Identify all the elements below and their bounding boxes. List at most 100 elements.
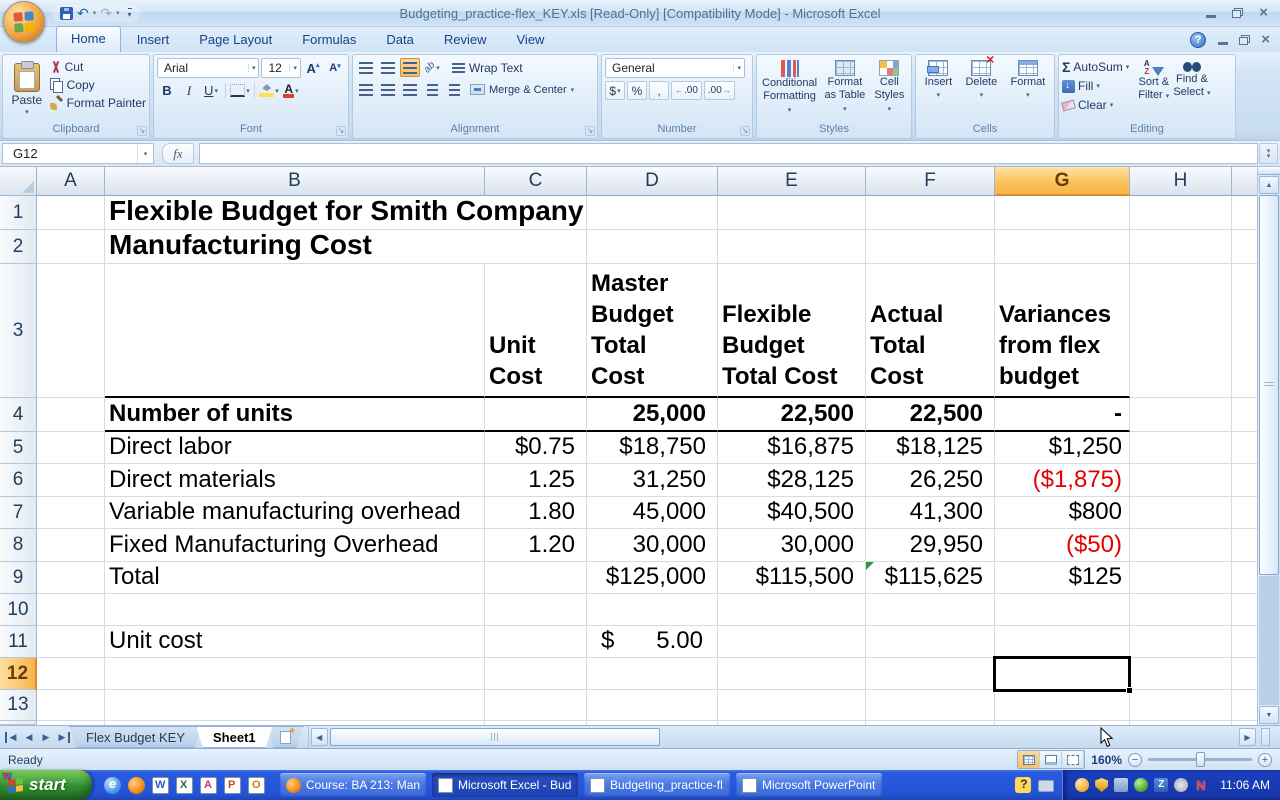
- cell-A1[interactable]: [37, 196, 105, 230]
- format-cells-button[interactable]: Format ▾: [1010, 58, 1047, 122]
- conditional-formatting-button[interactable]: Conditional Formatting ▾: [760, 58, 819, 122]
- cell-E3[interactable]: Flexible Budget Total Cost: [718, 264, 866, 398]
- cell-C6[interactable]: 1.25: [485, 464, 587, 497]
- cell-I9[interactable]: [1232, 562, 1258, 594]
- cell-E9[interactable]: $115,500: [718, 562, 866, 594]
- cell-F6[interactable]: 26,250: [866, 464, 995, 497]
- column-header-F[interactable]: F: [866, 167, 995, 196]
- fill-button[interactable]: Fill▾: [1062, 79, 1129, 93]
- cell-G3[interactable]: Variances from flex budget: [995, 264, 1130, 398]
- cell-H11[interactable]: [1130, 626, 1232, 658]
- restore-icon[interactable]: [1232, 8, 1243, 18]
- help-icon[interactable]: ?: [1190, 32, 1206, 48]
- cell-I10[interactable]: [1232, 594, 1258, 626]
- previous-sheet-icon[interactable]: ◀: [22, 732, 36, 743]
- font-name-select[interactable]: Arial▾: [157, 58, 259, 78]
- cell-B11[interactable]: Unit cost: [105, 626, 485, 658]
- cell-B8[interactable]: Fixed Manufacturing Overhead: [105, 529, 485, 562]
- redo-icon[interactable]: ↷: [100, 7, 112, 20]
- number-dialog-launcher-icon[interactable]: ↘: [740, 126, 750, 136]
- cell-F9[interactable]: $115,625: [866, 562, 995, 594]
- decrease-indent-button[interactable]: [422, 80, 442, 99]
- zoom-out-icon[interactable]: −: [1128, 753, 1142, 767]
- cell-I6[interactable]: [1232, 464, 1258, 497]
- cell-A13[interactable]: [37, 690, 105, 721]
- cell-I5[interactable]: [1232, 432, 1258, 464]
- cell-C7[interactable]: 1.80: [485, 497, 587, 529]
- cell-D11[interactable]: $5.00: [587, 626, 718, 658]
- cell-D3[interactable]: Master Budget Total Cost: [587, 264, 718, 398]
- minimize-icon[interactable]: [1206, 15, 1216, 18]
- messenger-icon[interactable]: [1075, 778, 1089, 792]
- zoom-level[interactable]: 160%: [1091, 753, 1122, 767]
- row-header-8[interactable]: 8: [0, 529, 37, 562]
- italic-button[interactable]: I: [179, 81, 199, 100]
- cell-E4[interactable]: 22,500: [718, 398, 866, 432]
- row-header-1[interactable]: 1: [0, 196, 37, 230]
- display-icon[interactable]: [1038, 780, 1054, 792]
- internet-explorer-icon[interactable]: [104, 777, 121, 794]
- ribbon-tab-home[interactable]: Home: [56, 26, 121, 52]
- font-size-select[interactable]: 12▾: [261, 58, 301, 78]
- cell-F1[interactable]: [866, 196, 995, 230]
- clipboard-dialog-launcher-icon[interactable]: ↘: [137, 126, 147, 136]
- cell-E1[interactable]: [718, 196, 866, 230]
- clear-button[interactable]: Clear▾: [1062, 98, 1129, 112]
- cell-B12[interactable]: [105, 658, 485, 690]
- cell-H7[interactable]: [1130, 497, 1232, 529]
- cell-E10[interactable]: [718, 594, 866, 626]
- cell-C9[interactable]: [485, 562, 587, 594]
- cell-D7[interactable]: 45,000: [587, 497, 718, 529]
- powerpoint-icon[interactable]: [224, 777, 241, 794]
- paste-button[interactable]: Paste ▾: [6, 58, 48, 122]
- row-header-6[interactable]: 6: [0, 464, 37, 497]
- cell-H1[interactable]: [1130, 196, 1232, 230]
- tools-icon[interactable]: [1114, 778, 1128, 792]
- insert-cells-button[interactable]: Insert ▾: [924, 58, 954, 122]
- cell-D12[interactable]: [587, 658, 718, 690]
- ribbon-tab-insert[interactable]: Insert: [123, 28, 184, 52]
- cell-F11[interactable]: [866, 626, 995, 658]
- firefox-icon[interactable]: [128, 777, 145, 794]
- grow-font-button[interactable]: A▴: [303, 59, 323, 78]
- cell-D1[interactable]: [587, 196, 718, 230]
- column-header-D[interactable]: D: [587, 167, 718, 196]
- z-icon[interactable]: [1154, 778, 1168, 792]
- bottom-align-button[interactable]: [400, 58, 420, 77]
- cell-G4[interactable]: -: [995, 398, 1130, 432]
- cell-B10[interactable]: [105, 594, 485, 626]
- align-center-button[interactable]: [378, 80, 398, 99]
- font-dialog-launcher-icon[interactable]: ↘: [336, 126, 346, 136]
- cell-H6[interactable]: [1130, 464, 1232, 497]
- row-header-4[interactable]: 4: [0, 398, 37, 432]
- top-align-button[interactable]: [356, 58, 376, 77]
- cell-B5[interactable]: Direct labor: [105, 432, 485, 464]
- cell-F12[interactable]: [866, 658, 995, 690]
- scroll-left-icon[interactable]: ◀: [311, 728, 328, 746]
- first-sheet-icon[interactable]: ◀: [5, 732, 19, 743]
- cell-E8[interactable]: 30,000: [718, 529, 866, 562]
- tab-split-handle[interactable]: [1261, 728, 1270, 746]
- cell-G1[interactable]: [995, 196, 1130, 230]
- office-button[interactable]: [3, 1, 45, 43]
- cell-G10[interactable]: [995, 594, 1130, 626]
- cell-D8[interactable]: 30,000: [587, 529, 718, 562]
- cell-E6[interactable]: $28,125: [718, 464, 866, 497]
- row-header-9[interactable]: 9: [0, 562, 37, 594]
- cell-F8[interactable]: 29,950: [866, 529, 995, 562]
- cell-E5[interactable]: $16,875: [718, 432, 866, 464]
- wrap-text-button[interactable]: Wrap Text: [452, 61, 523, 75]
- zoom-slider[interactable]: [1148, 758, 1252, 761]
- scroll-up-icon[interactable]: ▲: [1259, 176, 1279, 194]
- outlook-icon[interactable]: [248, 777, 265, 794]
- find-select-button[interactable]: Find & Select ▾: [1172, 58, 1211, 122]
- normal-view-button[interactable]: [1018, 751, 1040, 768]
- select-all-button[interactable]: [0, 167, 37, 196]
- cell-D4[interactable]: 25,000: [587, 398, 718, 432]
- cell-B9[interactable]: Total: [105, 562, 485, 594]
- cell-D13[interactable]: [587, 690, 718, 721]
- cell-A4[interactable]: [37, 398, 105, 432]
- cell-C12[interactable]: [485, 658, 587, 690]
- row-header-11[interactable]: 11: [0, 626, 37, 658]
- close-icon[interactable]: ×: [1259, 7, 1268, 19]
